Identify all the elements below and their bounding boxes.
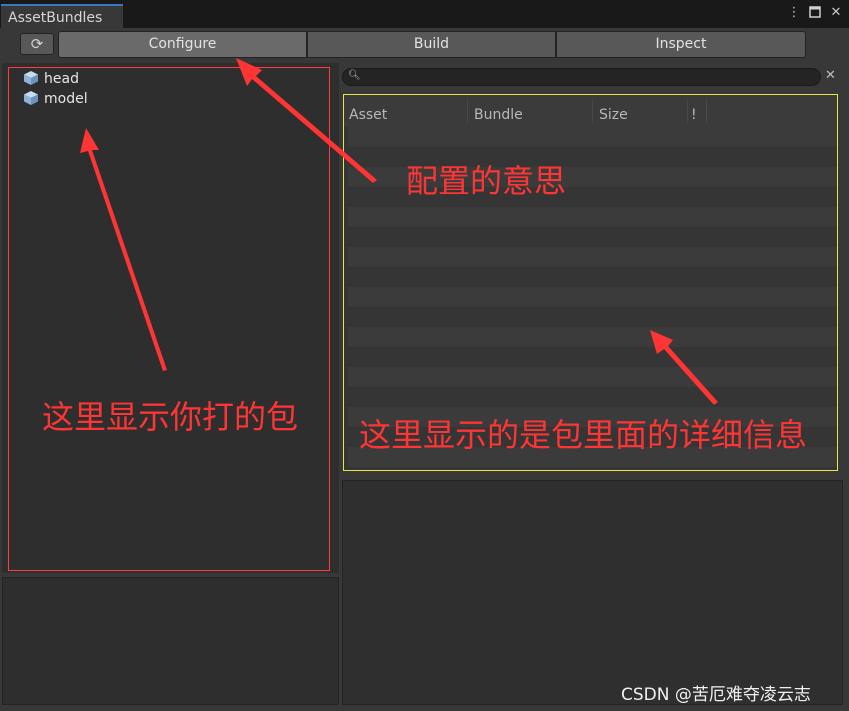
watermark: CSDN @苦厄难夺凌云志 <box>621 685 811 705</box>
annotation-table: 这里显示的是包里面的详细信息 <box>359 416 808 454</box>
arrow-to-table <box>650 330 718 405</box>
annotation-tree: 这里显示你打的包 <box>42 398 299 436</box>
annotation-arrows <box>80 58 718 405</box>
annotation-configure: 配置的意思 <box>406 162 567 200</box>
arrow-to-configure <box>236 58 377 183</box>
arrow-to-tree <box>80 128 167 371</box>
